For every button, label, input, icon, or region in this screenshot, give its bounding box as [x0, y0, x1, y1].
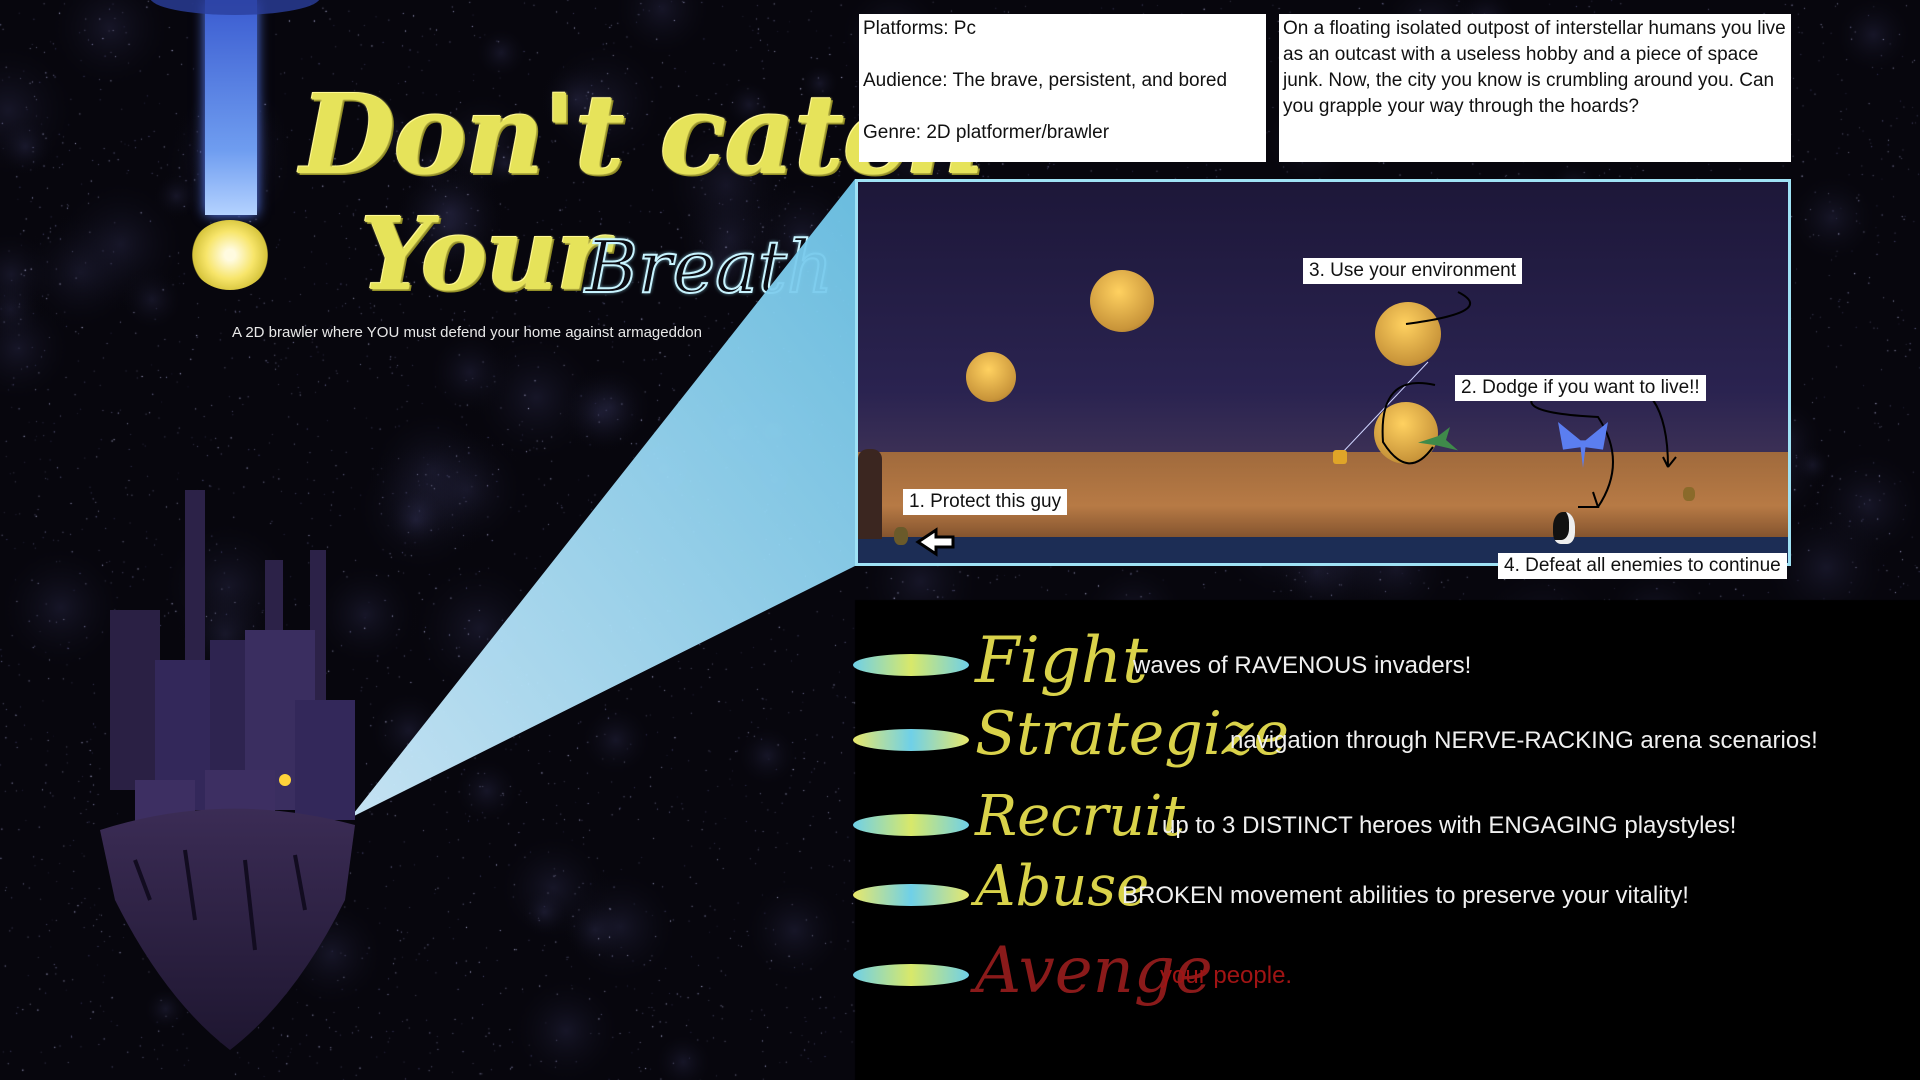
feature-description: waves of RAVENOUS invaders! — [1133, 652, 1472, 679]
feature-description: up to 3 DISTINCT heroes with ENGAGING pl… — [1162, 812, 1737, 839]
feature-row-5: Avenge your people. — [0, 934, 1920, 1010]
feature-row-3: Recruit up to 3 DISTINCT heroes with ENGA… — [0, 784, 1920, 860]
feature-description: navigation through NERVE-RACKING arena s… — [1230, 727, 1818, 754]
feature-row-4: Abuse BROKEN movement abilities to preser… — [0, 854, 1920, 930]
callout-dodge: 2. Dodge if you want to live!! — [1455, 375, 1706, 401]
protected-npc — [894, 527, 908, 545]
callout-protect: 1. Protect this guy — [903, 489, 1068, 515]
feature-description: your people. — [1160, 962, 1293, 989]
feature-row-2: Strategize navigation through NERVE-RACKI… — [0, 699, 1920, 775]
feature-bullet — [853, 884, 969, 906]
feature-bullet — [853, 654, 969, 676]
feature-word: Fight — [975, 624, 1148, 698]
feature-description: BROKEN movement abilities to preserve yo… — [1122, 882, 1689, 909]
feature-row-1: Fight waves of RAVENOUS invaders! — [0, 624, 1920, 700]
feature-bullet — [853, 964, 969, 986]
feature-bullet — [853, 729, 969, 751]
enemy-small — [1683, 487, 1695, 501]
player-character — [1333, 450, 1347, 464]
enemy-penguin — [1553, 512, 1575, 544]
feature-bullet — [853, 814, 969, 836]
rock-pillar — [858, 449, 882, 539]
callout-environment: 3. Use your environment — [1303, 258, 1522, 284]
callout-defeat: 4. Defeat all enemies to continue — [1498, 553, 1787, 579]
gameplay-screenshot: 1. Protect this guy 2. Dodge if you want… — [855, 179, 1791, 566]
feature-word: Recruit — [975, 784, 1185, 849]
